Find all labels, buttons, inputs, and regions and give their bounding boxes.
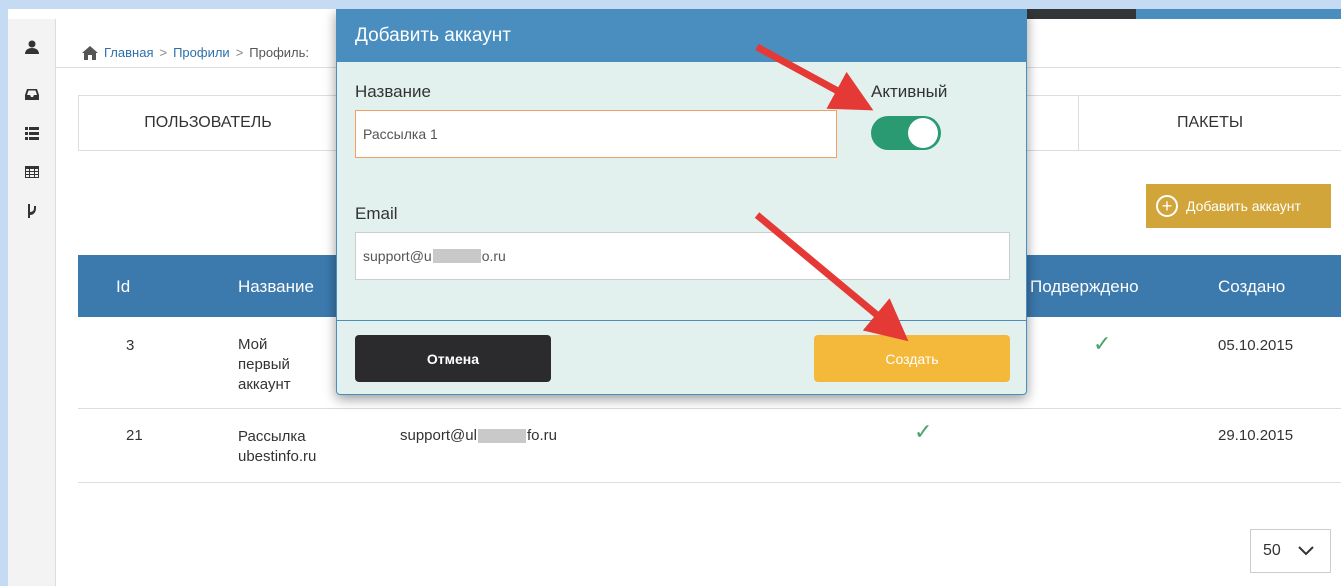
check-icon: ✓ xyxy=(914,419,933,444)
cell-id: 3 xyxy=(126,337,135,354)
cell-name-line: Мой xyxy=(238,336,268,353)
column-header-name[interactable]: Название xyxy=(238,277,314,297)
sidebar-item-inbox[interactable] xyxy=(8,74,55,113)
tab-packages[interactable]: ПАКЕТЫ xyxy=(1078,96,1341,150)
redacted-block xyxy=(477,429,526,444)
redacted-block xyxy=(432,249,481,263)
cell-id: 21 xyxy=(126,427,143,444)
add-account-button[interactable]: + Добавить аккаунт xyxy=(1146,184,1331,228)
modal-header: Добавить аккаунт xyxy=(337,10,1026,62)
column-header-confirmed[interactable]: Подверждено xyxy=(1030,277,1139,297)
email-end: fo.ru xyxy=(526,427,557,444)
cell-created: 05.10.2015 xyxy=(1218,337,1294,354)
name-input[interactable]: Рассылка 1 xyxy=(355,110,837,158)
active-toggle[interactable] xyxy=(871,116,941,150)
list-icon xyxy=(24,126,39,140)
cell-name-line: Рассылка xyxy=(238,428,306,445)
breadcrumb-profiles[interactable]: Профили xyxy=(173,45,230,60)
breadcrumb-separator: > xyxy=(159,45,168,60)
branch-icon xyxy=(27,203,36,218)
cancel-button[interactable]: Отмена xyxy=(355,335,551,382)
name-input-value: Рассылка 1 xyxy=(363,126,438,142)
cell-name: Рассылка ubestinfo.ru xyxy=(238,427,316,467)
chevron-down-icon xyxy=(1298,546,1314,556)
column-header-created[interactable]: Создано xyxy=(1218,277,1285,297)
sidebar-item-user[interactable] xyxy=(8,19,55,74)
breadcrumb-home[interactable]: Главная xyxy=(104,45,153,60)
breadcrumb-profile: Профиль: xyxy=(249,45,310,60)
cell-name: Мой первый аккаунт xyxy=(238,335,291,395)
email-input[interactable]: support@u o.ru xyxy=(355,232,1010,280)
app-window: Главная > Профили > Профиль: ПОЛЬЗОВАТЕЛ… xyxy=(8,9,1341,586)
home-icon[interactable] xyxy=(82,45,98,60)
cell-name-line: первый xyxy=(238,356,290,373)
table-icon xyxy=(24,165,39,178)
email-end: o.ru xyxy=(481,248,506,264)
navbar-blue-segment xyxy=(1136,9,1341,19)
plus-circle-icon: + xyxy=(1156,195,1178,217)
page-size-value: 50 xyxy=(1263,542,1281,559)
email-label: Email xyxy=(355,204,398,223)
add-account-modal: Добавить аккаунт Название Рассылка 1 Акт… xyxy=(336,9,1027,395)
breadcrumb: Главная > Профили > Профиль: xyxy=(82,45,309,60)
email-start: support@u xyxy=(363,248,432,264)
sidebar-item-table[interactable] xyxy=(8,152,55,191)
tab-user[interactable]: ПОЛЬЗОВАТЕЛЬ xyxy=(78,96,338,150)
name-label: Название xyxy=(355,82,431,101)
cell-created: 29.10.2015 xyxy=(1218,427,1294,444)
navbar-dark-segment xyxy=(1018,9,1136,19)
breadcrumb-separator: > xyxy=(235,45,244,60)
page-size-select[interactable]: 50 xyxy=(1250,529,1331,573)
user-icon xyxy=(24,40,39,54)
toggle-knob xyxy=(908,118,938,148)
cell-name-line: ubestinfo.ru xyxy=(238,448,317,465)
cell-email: support@ul fo.ru xyxy=(400,427,557,444)
add-account-label: Добавить аккаунт xyxy=(1186,198,1301,214)
inbox-icon xyxy=(24,88,39,100)
cell-name-line: аккаунт xyxy=(238,376,291,393)
email-start: support@ul xyxy=(400,427,477,444)
modal-title: Добавить аккаунт xyxy=(355,25,511,46)
check-icon: ✓ xyxy=(1093,331,1112,356)
left-sidebar xyxy=(8,19,56,586)
sidebar-item-branch[interactable] xyxy=(8,191,55,230)
active-label: Активный xyxy=(871,82,948,101)
modal-divider xyxy=(337,320,1026,321)
sidebar-item-list[interactable] xyxy=(8,113,55,152)
create-button[interactable]: Создать xyxy=(814,335,1010,382)
column-header-id[interactable]: Id xyxy=(116,277,130,297)
table-row[interactable]: 21 Рассылка ubestinfo.ru support@ul fo.ru… xyxy=(78,409,1341,483)
